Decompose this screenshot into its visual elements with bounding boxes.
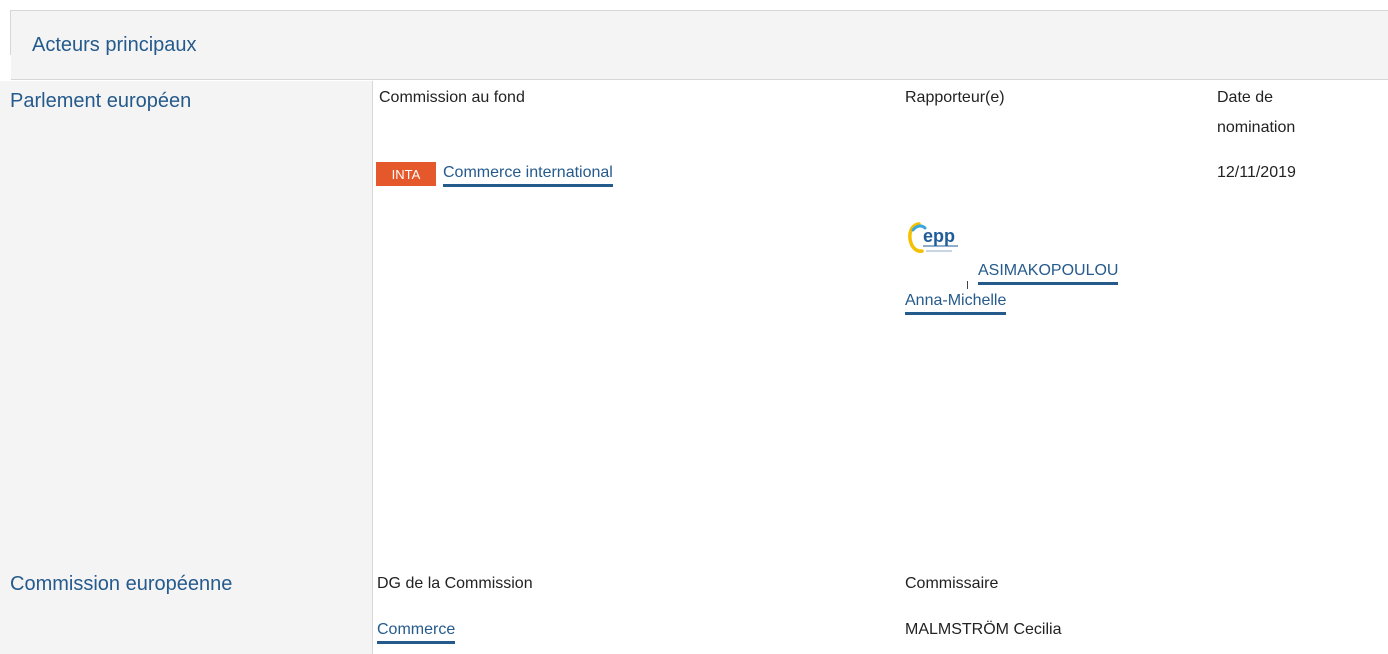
header-rapporteur: Rapporteur(e) [905, 89, 1005, 106]
row-label-column [0, 81, 372, 654]
header-committee: Commission au fond [379, 89, 525, 106]
commissioner-name: MALMSTRÖM Cecilia [905, 621, 1062, 638]
row-label-parliament: Parlement européen [10, 90, 192, 112]
row-label-commission: Commission européenne [10, 573, 233, 595]
committee-badge: INTA [376, 162, 436, 186]
section-header [11, 11, 1388, 80]
epp-logo: epp [908, 222, 958, 253]
appointment-date: 12/11/2019 [1217, 164, 1296, 181]
header-appointment-date-line1: Date de [1217, 89, 1274, 106]
section-title: Acteurs principaux [32, 34, 197, 56]
committee-link[interactable]: Commerce international [443, 163, 613, 187]
key-players-panel: Acteurs principaux Parlement européen Co… [0, 0, 1388, 654]
logo-separator [967, 281, 968, 289]
column-divider [372, 81, 373, 654]
dg-link[interactable]: Commerce [377, 620, 456, 644]
rapporteur-link-line1[interactable]: ASIMAKOPOULOU [978, 261, 1119, 285]
top-border [10, 10, 1388, 11]
svg-text:epp: epp [923, 226, 955, 246]
header-appointment-date-line2: nomination [1217, 119, 1296, 136]
header-commissioner: Commissaire [905, 575, 999, 592]
rapporteur-link-line2[interactable]: Anna-Michelle [905, 291, 1007, 315]
header-dg: DG de la Commission [377, 575, 533, 592]
left-border [10, 10, 11, 55]
